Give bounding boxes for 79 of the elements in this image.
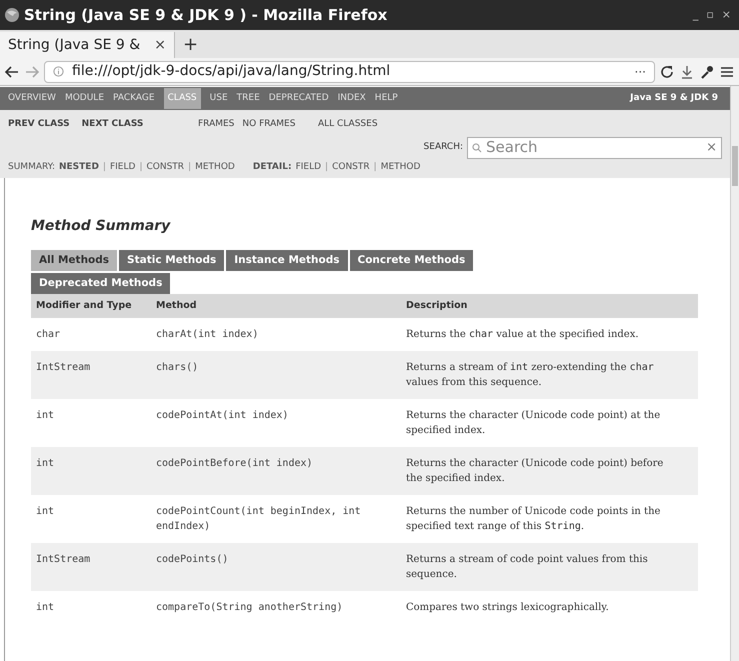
summary-link[interactable]: METHOD [195, 160, 235, 174]
tab-title: String (Java SE 9 & [8, 36, 142, 54]
table-cell: int [31, 495, 151, 544]
filter-tab[interactable]: Static Methods [119, 250, 224, 271]
window-control-button[interactable]: _ [692, 6, 698, 24]
filter-tab[interactable]: All Methods [31, 250, 118, 271]
window-control-button[interactable]: ▫ [706, 6, 714, 24]
column-header: Method [151, 294, 401, 318]
url-text: file:///opt/jdk-9-docs/api/java/lang/String.html [72, 62, 392, 81]
table-cell: char [31, 318, 151, 352]
browser-icon [4, 7, 20, 23]
table-cell: IntStream [31, 351, 151, 400]
table-cell: IntStream [31, 543, 151, 592]
clear-search-button[interactable]: × [706, 138, 717, 158]
summary-link[interactable]: NESTED [59, 160, 99, 174]
all-classes-link[interactable]: ALL CLASSES [318, 118, 378, 132]
scrollbar[interactable] [730, 86, 739, 661]
method-signature[interactable]: compareTo(String anotherString) [151, 591, 401, 624]
nav-link[interactable]: PREV CLASS [8, 118, 70, 132]
method-signature[interactable]: codePointAt(int index) [151, 399, 401, 448]
nav-link[interactable]: USE [210, 92, 228, 106]
summary-link[interactable]: FIELD [110, 160, 136, 174]
table-cell: Returns the char value at the specified index. [401, 318, 698, 352]
table-cell: Returns the character (Unicode code point) before the specified index. [401, 447, 698, 496]
nav-link[interactable]: MODULE [64, 92, 104, 106]
method-signature[interactable]: charAt(int index) [151, 318, 401, 352]
nav-link[interactable]: NEXT CLASS [82, 118, 144, 132]
filter-tab[interactable]: Instance Methods [226, 250, 348, 271]
product-label: Java SE 9 & JDK 9 [630, 92, 719, 105]
search-label: SEARCH: [424, 140, 463, 154]
method-signature[interactable]: codePointBefore(int index) [151, 447, 401, 496]
table-cell: int [31, 591, 151, 624]
window-title: String (Java SE 9 & JDK 9 ) - Mozilla Firefox [24, 4, 388, 26]
close-tab-button[interactable]: × [154, 34, 166, 56]
separator: | [139, 160, 142, 174]
table-cell: Returns the number of Unicode code points in the specified text range of this String. [401, 495, 698, 544]
separator: | [325, 160, 328, 174]
column-header: Modifier and Type [31, 294, 151, 318]
nav-link[interactable]: HELP [374, 92, 398, 106]
method-signature[interactable]: codePoints() [151, 543, 401, 592]
separator: | [188, 160, 192, 174]
table-cell: Compares two strings lexicographically. [401, 591, 698, 624]
table-cell: int [31, 447, 151, 496]
table-cell: Returns a stream of int zero-extending the char values from this sequence. [401, 351, 698, 400]
table-cell: int [31, 399, 151, 448]
search-field[interactable]: Search × [467, 136, 722, 158]
nav-link[interactable]: NO FRAMES [242, 118, 296, 132]
reload-icon[interactable] [659, 64, 675, 80]
summary-link[interactable]: CONSTR [332, 160, 370, 174]
summary-link[interactable]: CONSTR [146, 160, 184, 174]
separator: | [374, 160, 377, 174]
more-button[interactable]: ··· [634, 62, 646, 80]
nav-link[interactable]: FRAMES [198, 118, 234, 132]
download-icon[interactable] [679, 64, 695, 80]
separator: | [102, 160, 106, 174]
method-signature[interactable]: chars() [151, 351, 401, 400]
nav-link[interactable]: DEPRECATED [268, 92, 329, 106]
address-field[interactable]: file:///opt/jdk-9-docs/api/java/lang/String.html ··· [44, 60, 655, 82]
detail-label: DETAIL: [252, 160, 292, 174]
summary-label: SUMMARY: [8, 160, 55, 174]
table-cell: Returns a stream of code point values from this sequence. [401, 543, 698, 592]
nav-link[interactable]: PACKAGE [113, 92, 155, 106]
table-cell: Returns the character (Unicode code point) at the specified index. [401, 399, 698, 448]
window-control-button[interactable]: × [722, 6, 731, 24]
summary-link[interactable]: FIELD [296, 160, 322, 174]
new-tab-button[interactable]: + [175, 30, 206, 58]
column-header: Description [401, 294, 698, 318]
nav-link[interactable]: INDEX [338, 92, 366, 106]
browser-tab[interactable]: String (Java SE 9 & × [0, 32, 175, 58]
section-heading: Method Summary [31, 217, 172, 236]
back-icon[interactable] [4, 64, 20, 78]
summary-link[interactable]: METHOD [380, 160, 420, 174]
nav-link[interactable]: OVERVIEW [8, 92, 56, 106]
method-signature[interactable]: codePointCount(int beginIndex, int endIndex) [151, 495, 401, 544]
nav-link[interactable]: TREE [236, 92, 260, 106]
search-icon [472, 142, 482, 152]
filter-tab[interactable]: Concrete Methods [350, 250, 474, 271]
info-icon[interactable] [53, 66, 64, 77]
filter-tab[interactable]: Deprecated Methods [31, 273, 170, 294]
